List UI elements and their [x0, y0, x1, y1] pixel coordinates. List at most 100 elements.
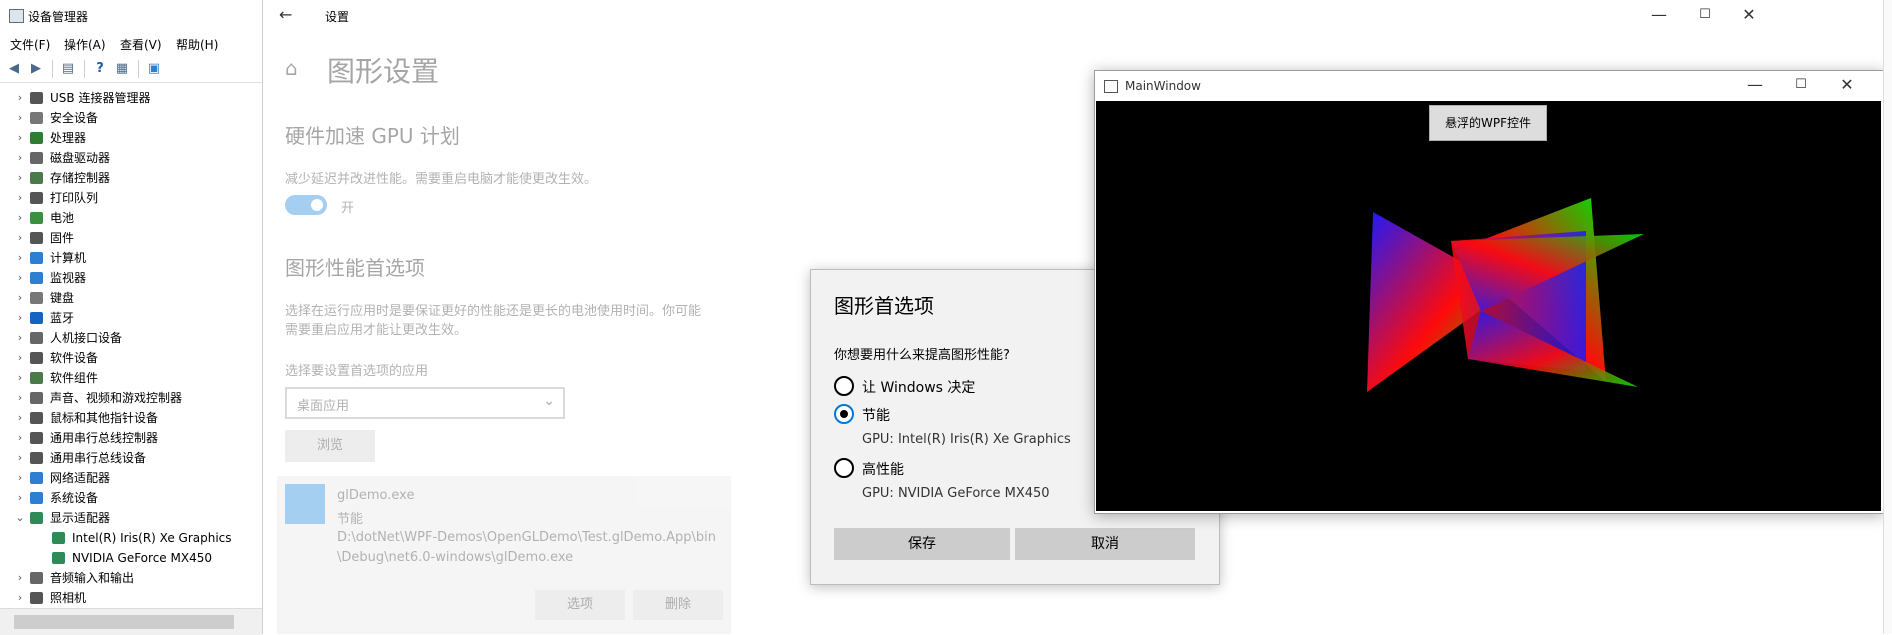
chevron-right-icon[interactable]: › — [14, 208, 26, 228]
tree-category-item[interactable]: › 固件 — [18, 228, 262, 248]
app-list-item[interactable]: glDemo.exe 节能 D:\dotNet\WPF-Demos\OpenGL… — [277, 476, 731, 634]
tree-category-item[interactable]: › 音频输入和输出 — [18, 568, 262, 588]
minimize-icon[interactable]: — — [1639, 4, 1679, 26]
option-gpu-info: GPU: Intel(R) Iris(R) Xe Graphics — [862, 432, 1071, 447]
tree-category-item[interactable]: › 处理器 — [18, 128, 262, 148]
scrollbar-thumb[interactable] — [14, 615, 234, 629]
chevron-right-icon[interactable]: › — [14, 348, 26, 368]
tree-child-item[interactable]: NVIDIA GeForce MX450 — [52, 548, 262, 568]
tree-category-item[interactable]: ⌄ 显示适配器 — [15, 508, 262, 528]
properties-icon[interactable]: ▤ — [60, 61, 76, 77]
tree-category-item[interactable]: › 计算机 — [18, 248, 262, 268]
tree-category-item[interactable]: › 监视器 — [18, 268, 262, 288]
opengl-render — [1367, 198, 1644, 392]
tree-category-item[interactable]: › 软件组件 — [18, 368, 262, 388]
tree-category-item[interactable]: › 磁盘驱动器 — [18, 148, 262, 168]
pref-section-title: 图形性能首选项 — [285, 256, 425, 280]
close-icon[interactable]: ✕ — [1827, 74, 1867, 96]
chevron-right-icon[interactable]: › — [14, 248, 26, 268]
cancel-button[interactable]: 取消 — [1015, 528, 1195, 560]
options-button[interactable]: 选项 — [535, 590, 625, 620]
tree-category-item[interactable]: › 打印队列 — [18, 188, 262, 208]
chevron-right-icon[interactable]: › — [14, 468, 26, 488]
radio-button[interactable] — [834, 376, 854, 396]
tree-child-item[interactable]: Intel(R) Iris(R) Xe Graphics — [52, 528, 262, 548]
chevron-right-icon[interactable]: › — [14, 88, 26, 108]
tree-category-item[interactable]: › 鼠标和其他指针设备 — [18, 408, 262, 428]
computer-icon — [30, 252, 43, 264]
main-window-title: MainWindow — [1125, 79, 1201, 93]
delete-button[interactable]: 删除 — [633, 590, 723, 620]
chevron-right-icon[interactable]: › — [14, 188, 26, 208]
app-type-dropdown[interactable]: 桌面应用 ⌄ — [285, 387, 565, 419]
audio-icon — [30, 572, 43, 584]
minimize-icon[interactable]: — — [1735, 74, 1775, 96]
save-button[interactable]: 保存 — [834, 528, 1010, 560]
chevron-right-icon[interactable]: › — [14, 368, 26, 388]
menu-action[interactable]: 操作(A) — [64, 36, 106, 53]
tree-category-item[interactable]: › 存储控制器 — [18, 168, 262, 188]
menu-help[interactable]: 帮助(H) — [176, 36, 218, 53]
help-icon[interactable]: ? — [92, 61, 108, 77]
tree-item-label: 固件 — [50, 231, 75, 245]
tree-category-item[interactable]: › 软件设备 — [18, 348, 262, 368]
chevron-right-icon[interactable]: › — [14, 408, 26, 428]
tree-category-item[interactable]: › 安全设备 — [18, 108, 262, 128]
menu-view[interactable]: 查看(V) — [120, 36, 162, 53]
tree-category-item[interactable]: › 电池 — [18, 208, 262, 228]
chevron-right-icon[interactable]: › — [14, 228, 26, 248]
tree-category-item[interactable]: › 系统设备 — [18, 488, 262, 508]
tree-category-item[interactable]: › 网络适配器 — [18, 468, 262, 488]
chevron-right-icon[interactable]: › — [14, 448, 26, 468]
chevron-right-icon[interactable]: › — [14, 108, 26, 128]
back-arrow-icon[interactable]: ← — [279, 5, 292, 24]
maximize-icon[interactable]: ☐ — [1685, 4, 1725, 26]
horizontal-scrollbar[interactable] — [0, 608, 262, 635]
radio-button-selected[interactable] — [834, 404, 854, 424]
chevron-down-icon[interactable]: ⌄ — [14, 508, 26, 528]
floating-wpf-button[interactable]: 悬浮的WPF控件 — [1429, 105, 1547, 141]
monitor-scan-icon[interactable]: ▣ — [146, 61, 162, 77]
choose-app-label: 选择要设置首选项的应用 — [285, 364, 429, 379]
opengl-canvas[interactable]: 悬浮的WPF控件 — [1096, 101, 1881, 511]
chevron-right-icon[interactable]: › — [14, 288, 26, 308]
tree-category-item[interactable]: › 通用串行总线控制器 — [18, 428, 262, 448]
close-icon[interactable]: ✕ — [1729, 4, 1769, 26]
tree-item-label: 键盘 — [50, 291, 75, 305]
chevron-right-icon[interactable]: › — [14, 488, 26, 508]
radio-button[interactable] — [834, 458, 854, 478]
chevron-right-icon[interactable]: › — [14, 168, 26, 188]
chevron-right-icon[interactable]: › — [14, 588, 26, 608]
processor-icon — [30, 132, 43, 144]
chevron-right-icon[interactable]: › — [14, 308, 26, 328]
disk-drive-icon — [30, 152, 43, 164]
menu-file[interactable]: 文件(F) — [10, 36, 50, 53]
tree-category-item[interactable]: › 声音、视频和游戏控制器 — [18, 388, 262, 408]
chevron-right-icon[interactable]: › — [14, 388, 26, 408]
chevron-right-icon[interactable]: › — [14, 568, 26, 588]
tree-item-label: 处理器 — [50, 131, 87, 145]
tree-category-item[interactable]: › 键盘 — [18, 288, 262, 308]
tree-category-item[interactable]: › 通用串行总线设备 — [18, 448, 262, 468]
chevron-right-icon[interactable]: › — [14, 428, 26, 448]
storage-controller-icon — [30, 172, 43, 184]
monitor-icon — [30, 272, 43, 284]
back-arrow-icon[interactable]: ◀ — [6, 61, 22, 77]
tree-category-item[interactable]: › 照相机 — [18, 588, 262, 608]
view-icon[interactable]: ▦ — [114, 61, 130, 77]
home-icon[interactable]: ⌂ — [285, 56, 298, 80]
forward-arrow-icon[interactable]: ▶ — [28, 61, 44, 77]
tree-category-item[interactable]: › USB 连接器管理器 — [18, 88, 262, 108]
chevron-right-icon[interactable]: › — [14, 268, 26, 288]
maximize-icon[interactable]: ☐ — [1781, 74, 1821, 96]
tree-item-label: Intel(R) Iris(R) Xe Graphics — [72, 531, 232, 545]
chevron-right-icon[interactable]: › — [14, 148, 26, 168]
chevron-right-icon[interactable]: › — [14, 128, 26, 148]
window-icon — [1104, 80, 1118, 93]
tree-category-item[interactable]: › 蓝牙 — [18, 308, 262, 328]
gpu-scheduling-toggle[interactable] — [285, 195, 327, 215]
chevron-right-icon[interactable]: › — [14, 328, 26, 348]
tree-item-label: 电池 — [50, 211, 75, 225]
browse-button[interactable]: 浏览 — [285, 430, 375, 462]
tree-category-item[interactable]: › 人机接口设备 — [18, 328, 262, 348]
